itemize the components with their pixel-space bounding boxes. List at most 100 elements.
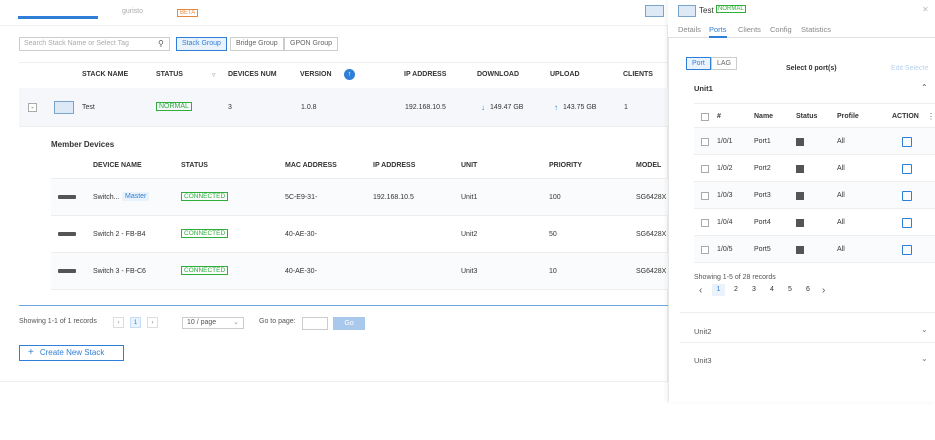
mac-address: 5C-E9-31- (285, 194, 318, 201)
download: 149.47 GB (490, 104, 524, 111)
unit3-header[interactable]: Unit3 (694, 356, 712, 365)
search-icon[interactable]: ⚲ (158, 39, 164, 48)
row-checkbox[interactable] (701, 192, 709, 200)
edit-icon[interactable] (902, 164, 912, 174)
create-new-stack-button[interactable]: + Create New Stack (19, 345, 124, 361)
clients: 1 (624, 104, 628, 111)
tab-config[interactable]: Config (770, 25, 792, 34)
col-port-name: Name (754, 113, 774, 120)
col-download: DOWNLOAD (477, 71, 519, 78)
mac-address: 40-AE-30- (285, 268, 317, 275)
device-name[interactable]: Switch... (93, 194, 119, 201)
plus-icon: + (28, 347, 34, 358)
tab-port[interactable]: Port (686, 57, 711, 70)
row-checkbox[interactable] (701, 165, 709, 173)
select-all-checkbox[interactable] (701, 113, 709, 121)
chevron-down-icon[interactable]: ⌄ (921, 325, 928, 334)
col-mac-address: MAC ADDRESS (285, 162, 337, 169)
port-prev-button[interactable]: ‹ (699, 285, 702, 296)
unit2-header[interactable]: Unit2 (694, 327, 712, 336)
next-page-button[interactable]: › (147, 317, 158, 328)
beta-badge: BETA (177, 9, 199, 17)
divider (680, 312, 935, 313)
unit: Unit2 (461, 231, 478, 238)
close-icon[interactable]: ✕ (922, 5, 929, 14)
col-version: VERSION (300, 71, 332, 78)
device-name[interactable]: Switch 2 - FB-B4 (93, 231, 146, 238)
port-next-button[interactable]: › (822, 285, 825, 296)
upload-arrow-icon: ↑ (554, 103, 558, 112)
status-badge: CONNECTED (181, 266, 229, 275)
ip-address: 192.168.10.5 (373, 194, 414, 201)
tab-ports[interactable]: Ports (709, 25, 727, 38)
edit-icon[interactable] (902, 218, 912, 228)
page-size-select[interactable]: 10 / page ⌄ (182, 317, 244, 329)
port-profile: All (837, 219, 845, 226)
row-checkbox[interactable] (701, 246, 709, 254)
search-input[interactable]: Search Stack Name or Select Tag (19, 37, 170, 51)
upgrade-icon[interactable]: ↑ (344, 69, 355, 80)
tab-statistics[interactable]: Statistics (801, 25, 831, 34)
row-checkbox[interactable] (701, 138, 709, 146)
edit-selected-button[interactable]: Edit Selecte (891, 65, 935, 72)
stack-device-icon (54, 101, 74, 114)
edit-icon[interactable] (902, 245, 912, 255)
model: SG6428X (636, 231, 667, 238)
port-profile: All (837, 138, 845, 145)
goto-page-input[interactable] (302, 317, 328, 330)
status-badge: CONNECTED (181, 229, 229, 238)
switch-icon (58, 195, 76, 199)
tab-lag[interactable]: LAG (711, 57, 738, 70)
chevron-up-icon[interactable]: ⌃ (921, 83, 928, 92)
go-button[interactable]: Go (333, 317, 365, 330)
col-devices-num: DEVICES NUM (228, 71, 277, 78)
page-1-button[interactable]: 1 (130, 317, 141, 328)
goto-label: Go to page: (259, 318, 296, 325)
row-checkbox[interactable] (701, 219, 709, 227)
port-page-3-button[interactable]: 3 (752, 286, 756, 293)
port-num: 1/0/3 (717, 192, 733, 199)
port-name: Port3 (754, 192, 771, 199)
col-member-status: STATUS (181, 162, 208, 169)
chevron-down-icon: ⌄ (233, 319, 239, 326)
prev-page-button[interactable]: ‹ (113, 317, 124, 328)
tab-gpon-group[interactable]: GPON Group (284, 37, 339, 51)
tab-stack-group[interactable]: Stack Group (176, 37, 227, 51)
member-devices-title: Member Devices (51, 140, 115, 149)
port-page-2-button[interactable]: 2 (734, 286, 738, 293)
col-device-name: DEVICE NAME (93, 162, 142, 169)
stack-name[interactable]: Test (82, 104, 95, 111)
port-status-icon (796, 165, 804, 173)
col-member-ip: IP ADDRESS (373, 162, 416, 169)
port-name: Port4 (754, 219, 771, 226)
edit-icon[interactable] (902, 137, 912, 147)
col-status: STATUS (156, 71, 183, 78)
more-icon[interactable]: ⋮ (927, 112, 935, 121)
unit1-header[interactable]: Unit1 (694, 84, 713, 93)
collapse-toggle[interactable]: - (28, 103, 37, 112)
tab-bridge-group[interactable]: Bridge Group (230, 37, 284, 51)
upload: 143.75 GB (563, 104, 597, 111)
tab-details[interactable]: Details (678, 25, 701, 34)
port-page-1-button[interactable]: 1 (712, 284, 725, 296)
unit: Unit1 (461, 194, 478, 201)
version: 1.0.8 (301, 104, 317, 111)
port-status-icon (796, 192, 804, 200)
port-page-4-button[interactable]: 4 (770, 286, 774, 293)
port-page-5-button[interactable]: 5 (788, 286, 792, 293)
chevron-down-icon[interactable]: ⌄ (921, 354, 928, 363)
switch-icon (58, 232, 76, 236)
tab-clients[interactable]: Clients (738, 25, 761, 34)
port-name: Port1 (754, 138, 771, 145)
filter-icon[interactable]: ▿ (212, 71, 216, 79)
port-page-6-button[interactable]: 6 (806, 286, 810, 293)
port-name: Port5 (754, 246, 771, 253)
col-port-num: # (717, 113, 721, 120)
panel-status-badge: NORMAL (716, 5, 746, 13)
brand-underline (18, 16, 98, 19)
port-pagination-summary: Showing 1-5 of 28 records (694, 274, 776, 281)
device-name[interactable]: Switch 3 - FB-C6 (93, 268, 146, 275)
edit-icon[interactable] (902, 191, 912, 201)
panel-device-icon (678, 5, 696, 17)
port-status-icon (796, 138, 804, 146)
